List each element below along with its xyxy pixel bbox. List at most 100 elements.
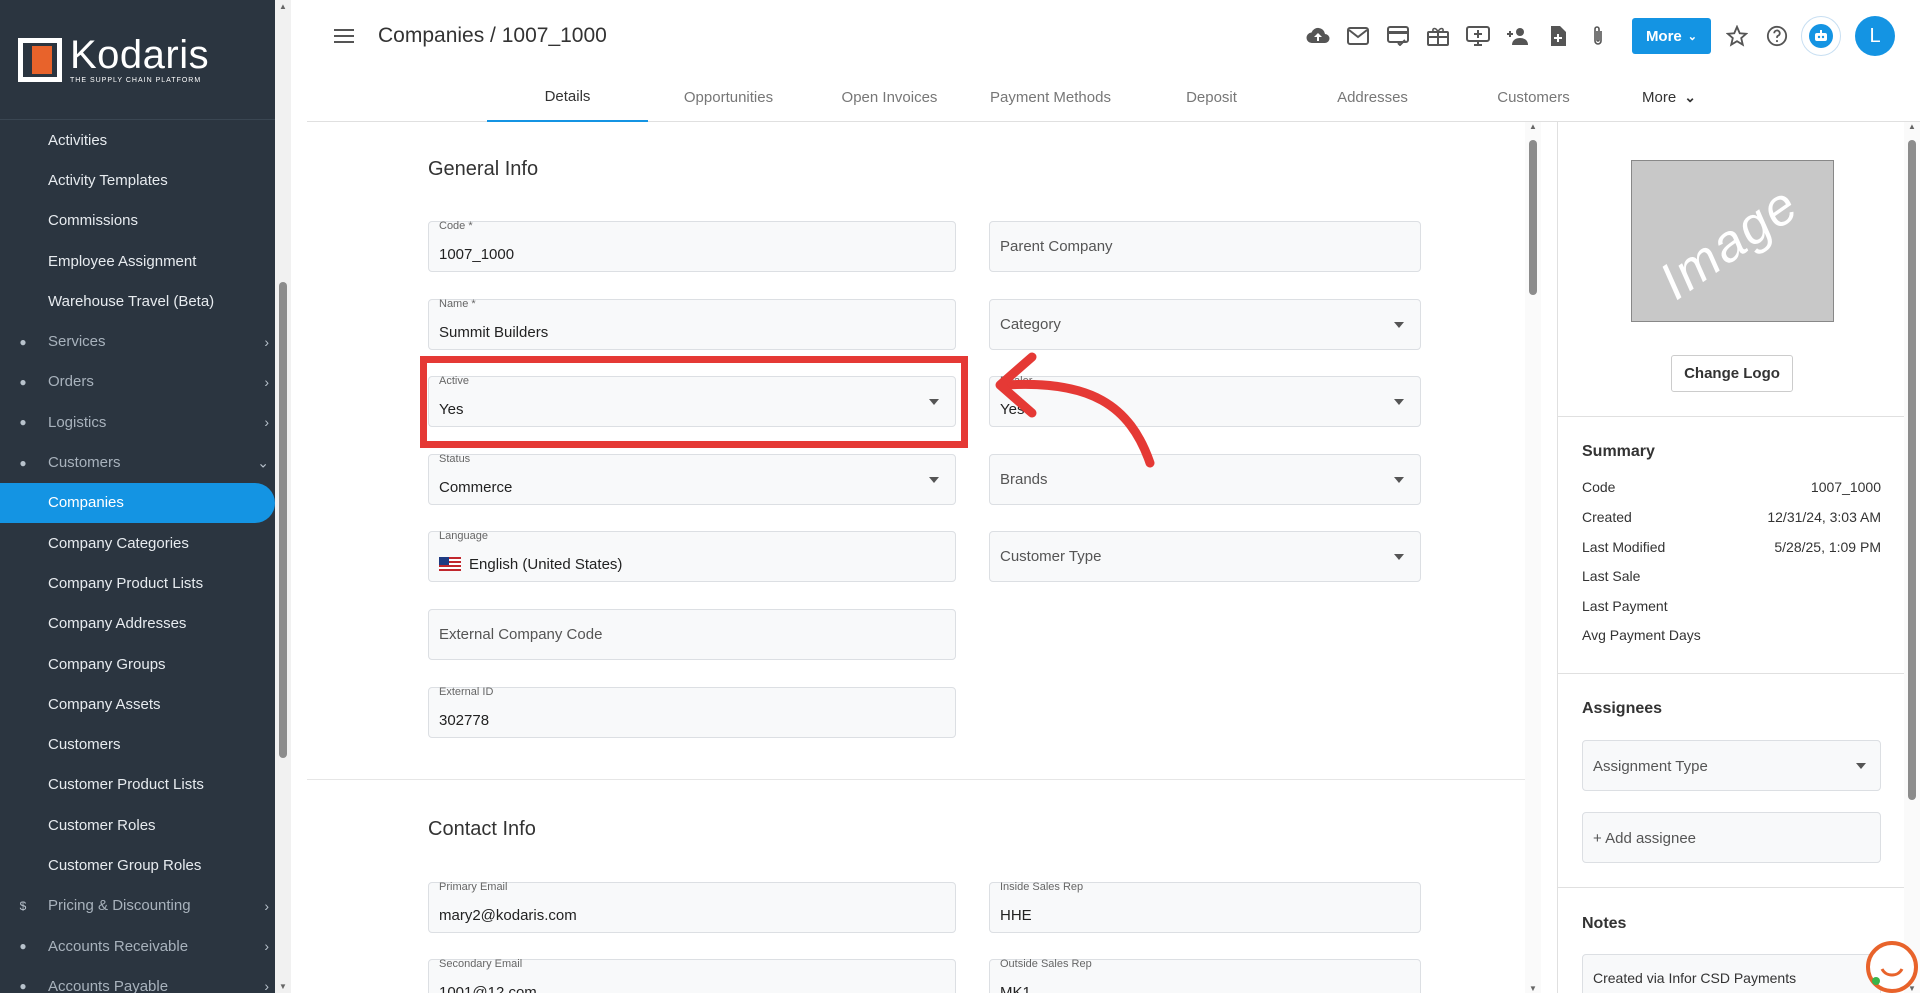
sidebar-item-company-categories[interactable]: Company Categories — [0, 523, 291, 563]
cloud-upload-icon[interactable] — [1298, 16, 1338, 56]
tab-open-invoices[interactable]: Open Invoices — [809, 72, 970, 122]
tab-customers[interactable]: Customers — [1453, 72, 1614, 122]
tab-bar: Details Opportunities Open Invoices Paym… — [307, 72, 1920, 122]
sidebar-item-customer-roles[interactable]: Customer Roles — [0, 805, 291, 845]
sidebar-item-company-groups[interactable]: Company Groups — [0, 644, 291, 684]
change-logo-button[interactable]: Change Logo — [1671, 355, 1793, 392]
chevron-down-icon: ⌄ — [1684, 88, 1696, 105]
parent-company-placeholder: Parent Company — [1000, 238, 1113, 255]
language-field[interactable]: Language English (United States) — [428, 530, 956, 582]
ai-assistant-button[interactable] — [1801, 16, 1841, 56]
parent-company-field[interactable]: Parent Company — [989, 221, 1421, 272]
sidebar-item-customer-group-roles[interactable]: Customer Group Roles — [0, 845, 291, 885]
sidebar-item-company-assets[interactable]: Company Assets — [0, 684, 291, 724]
add-screen-icon[interactable] — [1458, 16, 1498, 56]
add-file-icon[interactable] — [1538, 16, 1578, 56]
panel-scrollbar[interactable]: ▲ ▼ — [1904, 122, 1920, 993]
sidebar-item-customer-product-lists[interactable]: Customer Product Lists — [0, 765, 291, 805]
chevron-right-icon: › — [264, 978, 269, 993]
card-check-icon[interactable] — [1378, 16, 1418, 56]
sidebar-item-pricing-discounting[interactable]: $ Pricing & Discounting › — [0, 886, 291, 926]
tab-payment-methods[interactable]: Payment Methods — [970, 72, 1131, 122]
gift-icon[interactable] — [1418, 16, 1458, 56]
sidebar-item-commissions[interactable]: Commissions — [0, 201, 291, 241]
status-select[interactable]: Status Commerce — [428, 453, 956, 505]
secondary-email-field[interactable]: Secondary Email 1001@12.com — [428, 958, 956, 993]
customer-type-select[interactable]: Customer Type — [989, 531, 1421, 582]
sidebar-item-company-addresses[interactable]: Company Addresses — [0, 604, 291, 644]
sidebar-item-activities[interactable]: Activities — [0, 120, 291, 160]
scroll-up-icon[interactable]: ▲ — [1904, 122, 1920, 131]
sidebar-item-logistics[interactable]: ● Logistics › — [0, 402, 291, 442]
form-scroll-thumb[interactable] — [1529, 140, 1537, 295]
sidebar-item-employee-assignment[interactable]: Employee Assignment — [0, 241, 291, 281]
sidebar-item-label: Customer Roles — [48, 816, 156, 834]
primary-email-value: mary2@kodaris.com — [439, 907, 577, 924]
sidebar-item-label: Company Groups — [48, 655, 166, 673]
panel-scroll-thumb[interactable] — [1908, 140, 1916, 800]
sidebar-item-orders[interactable]: ● Orders › — [0, 362, 291, 402]
mail-icon[interactable] — [1338, 16, 1378, 56]
sidebar-item-warehouse-travel-beta[interactable]: Warehouse Travel (Beta) — [0, 281, 291, 321]
add-assignee-text: + Add assignee — [1593, 830, 1697, 847]
attachment-icon[interactable] — [1578, 16, 1618, 56]
kodaris-logo-icon — [18, 37, 62, 82]
sidebar-item-services[interactable]: ● Services › — [0, 321, 291, 361]
scroll-down-icon[interactable]: ▼ — [1525, 984, 1541, 993]
name-label: Name * — [439, 298, 476, 310]
sidebar-scrollbar[interactable]: ▲ ▼ — [275, 0, 291, 993]
language-value-wrap: English (United States) — [439, 556, 622, 573]
more-actions-button[interactable]: More ⌄ — [1631, 18, 1711, 54]
note-item[interactable]: Created via Infor CSD Payments — [1582, 954, 1881, 993]
menu-icon[interactable] — [334, 29, 354, 43]
user-avatar[interactable]: L — [1855, 16, 1895, 56]
tab-more[interactable]: More ⌄ — [1614, 72, 1724, 122]
tab-deposit[interactable]: Deposit — [1131, 72, 1292, 122]
sidebar-item-customers[interactable]: Customers — [0, 724, 291, 764]
external-id-field[interactable]: External ID 302778 — [428, 686, 956, 738]
add-person-icon[interactable] — [1498, 16, 1538, 56]
scroll-up-icon[interactable]: ▲ — [275, 2, 291, 11]
primary-email-field[interactable]: Primary Email mary2@kodaris.com — [428, 881, 956, 933]
sidebar-item-label: Services — [48, 333, 106, 351]
sidebar-item-companies[interactable]: Companies — [0, 482, 275, 523]
us-flag-icon — [439, 557, 461, 571]
dropdown-arrow-icon — [1394, 322, 1404, 328]
star-icon[interactable] — [1717, 16, 1757, 56]
sidebar-item-label: Company Product Lists — [48, 574, 204, 592]
tab-opportunities[interactable]: Opportunities — [648, 72, 809, 122]
code-field[interactable]: Code * 1007_1000 — [428, 220, 956, 272]
name-field[interactable]: Name * Summit Builders — [428, 298, 956, 350]
sidebar-item-label: Activities — [48, 131, 108, 149]
tab-addresses[interactable]: Addresses — [1292, 72, 1453, 122]
external-company-code-field[interactable]: External Company Code — [428, 609, 956, 660]
chevron-right-icon: › — [264, 373, 269, 390]
dollar-icon: $ — [19, 898, 27, 913]
chat-support-icon[interactable] — [1866, 941, 1918, 993]
sidebar-item-customers[interactable]: ● Customers ⌄ — [0, 442, 291, 482]
scroll-up-icon[interactable]: ▲ — [1525, 122, 1541, 131]
inside-sales-rep-field[interactable]: Inside Sales Rep HHE — [989, 881, 1421, 933]
scroll-down-icon[interactable]: ▼ — [275, 982, 291, 991]
sidebar-item-accounts-receivable[interactable]: ● Accounts Receivable › — [0, 926, 291, 966]
chevron-right-icon: › — [264, 938, 269, 955]
help-icon[interactable] — [1757, 16, 1797, 56]
inside-sales-rep-label: Inside Sales Rep — [1000, 881, 1084, 893]
summary-row: Last Modified 5/28/25, 1:09 PM — [1582, 539, 1881, 555]
add-assignee-input[interactable]: + Add assignee — [1582, 812, 1881, 863]
assignment-type-select[interactable]: Assignment Type — [1582, 740, 1881, 791]
sidebar-item-company-product-lists[interactable]: Company Product Lists — [0, 563, 291, 603]
outside-sales-rep-field[interactable]: Outside Sales Rep MK1 — [989, 958, 1421, 993]
summary-row: Avg Payment Days — [1582, 627, 1881, 643]
panel-divider — [1558, 673, 1904, 674]
sidebar-item-accounts-payable[interactable]: ● Accounts Payable › — [0, 966, 291, 993]
sidebar-item-activity-templates[interactable]: Activity Templates — [0, 160, 291, 200]
category-select[interactable]: Category — [989, 299, 1421, 350]
form-scrollbar[interactable]: ▲ ▼ — [1525, 122, 1541, 993]
bank-icon: ● — [19, 939, 27, 954]
sidebar-scroll-thumb[interactable] — [279, 282, 287, 758]
external-id-value: 302778 — [439, 712, 490, 729]
tab-details[interactable]: Details — [487, 72, 648, 122]
brand-logo[interactable]: Kodaris THE SUPPLY CHAIN PLATFORM — [0, 0, 291, 120]
sidebar-item-label: Commissions — [48, 212, 139, 230]
